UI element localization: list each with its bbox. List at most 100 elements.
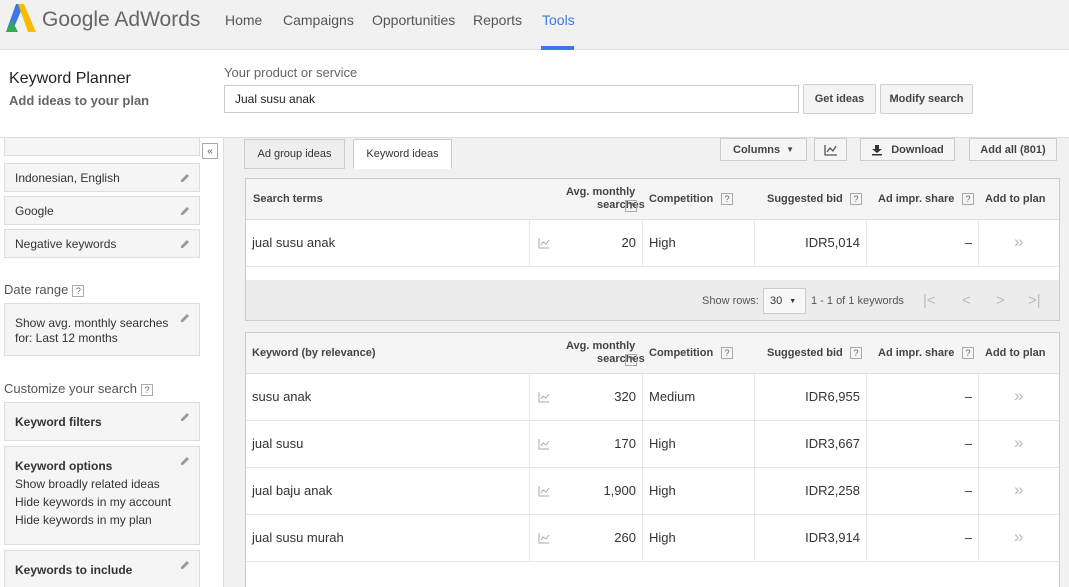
nav-opportunities[interactable]: Opportunities [372, 12, 455, 28]
column-divider [978, 515, 979, 562]
table-row[interactable]: jual susu 170 High IDR3,667 – » [246, 421, 1059, 468]
option-hide-plan: Hide keywords in my plan [15, 513, 152, 527]
chevron-down-icon: ▼ [789, 297, 797, 305]
header-suggested-bid[interactable]: Suggested bid [767, 347, 843, 359]
column-divider [529, 468, 530, 515]
option-broadly-related: Show broadly related ideas [15, 477, 160, 491]
table-row[interactable]: jual susu anak 20 High IDR5,014 – » [246, 220, 1059, 267]
pencil-icon[interactable] [179, 312, 191, 324]
header-suggested-bid[interactable]: Suggested bid [767, 193, 843, 205]
help-icon[interactable]: ? [625, 200, 637, 212]
column-divider [866, 421, 867, 468]
first-page-icon[interactable]: |< [923, 292, 936, 309]
nav-home[interactable]: Home [225, 12, 262, 28]
sidebar-item-date-range[interactable]: Show avg. monthly searches for: Last 12 … [4, 303, 200, 356]
column-divider [642, 421, 643, 468]
help-icon[interactable]: ? [962, 193, 974, 205]
chart-toggle-button[interactable] [814, 138, 847, 161]
trend-chart-icon[interactable] [538, 438, 550, 450]
nav-tools[interactable]: Tools [542, 12, 575, 28]
table-row[interactable]: jual susu murah 260 High IDR3,914 – » [246, 515, 1059, 562]
header-avg-searches-1[interactable]: Avg. monthly [566, 186, 635, 198]
sidebar-item-keyword-filters[interactable]: Keyword filters [4, 402, 200, 441]
add-to-plan-icon[interactable]: » [1014, 386, 1023, 406]
help-icon[interactable]: ? [962, 347, 974, 359]
sidebar-item-language[interactable]: Indonesian, English [4, 163, 200, 192]
columns-button[interactable]: Columns ▼ [720, 138, 807, 161]
option-hide-account: Hide keywords in my account [15, 495, 172, 509]
help-icon[interactable]: ? [140, 383, 153, 396]
trend-chart-icon[interactable] [538, 237, 550, 249]
add-to-plan-icon[interactable]: » [1014, 232, 1023, 252]
add-to-plan-icon[interactable]: » [1014, 433, 1023, 453]
searches-cell: 320 [614, 389, 636, 404]
keyword-cell: susu anak [252, 389, 312, 404]
column-divider [529, 374, 530, 421]
header-avg-searches-1[interactable]: Avg. monthly [566, 340, 635, 352]
pencil-icon[interactable] [179, 172, 191, 184]
next-page-icon[interactable]: > [996, 292, 1005, 309]
modify-search-button[interactable]: Modify search [880, 84, 973, 114]
add-to-plan-icon[interactable]: » [1014, 480, 1023, 500]
chevron-down-icon: ▼ [786, 145, 794, 154]
header-competition[interactable]: Competition [649, 347, 713, 359]
pencil-icon[interactable] [179, 559, 191, 571]
column-divider [866, 374, 867, 421]
help-icon[interactable]: ? [625, 354, 637, 366]
product-input[interactable] [224, 85, 799, 113]
help-icon[interactable]: ? [72, 284, 85, 297]
download-button[interactable]: Download [860, 138, 955, 161]
sidebar-item-network[interactable]: Google [4, 196, 200, 225]
column-divider [529, 515, 530, 562]
pencil-icon[interactable] [179, 455, 191, 467]
add-to-plan-icon[interactable]: » [1014, 527, 1023, 547]
sidebar-item-keyword-options[interactable]: Keyword options Show broadly related ide… [4, 446, 200, 545]
sidebar-item-keywords-to-include[interactable]: Keywords to include [4, 550, 200, 587]
search-terms-table: Search terms Avg. monthly searches ? Com… [245, 178, 1060, 281]
trend-chart-icon[interactable] [538, 532, 550, 544]
header-competition[interactable]: Competition [649, 193, 713, 205]
pencil-icon[interactable] [179, 205, 191, 217]
adwords-logo-icon [6, 4, 36, 32]
table-header: Search terms Avg. monthly searches ? Com… [246, 179, 1059, 220]
header-avg-searches-2[interactable]: searches [597, 353, 645, 365]
help-icon[interactable]: ? [721, 347, 733, 359]
page-subtitle: Add ideas to your plan [9, 93, 150, 108]
prev-page-icon[interactable]: < [962, 292, 971, 309]
help-icon[interactable]: ? [850, 193, 862, 205]
header-ad-impr-share[interactable]: Ad impr. share [878, 347, 954, 359]
table-row[interactable]: jual baju anak 1,900 High IDR2,258 – » [246, 468, 1059, 515]
sidebar-box-location[interactable] [4, 138, 200, 156]
bid-cell: IDR2,258 [805, 483, 860, 498]
trend-chart-icon[interactable] [538, 391, 550, 403]
page-title: Keyword Planner [9, 70, 131, 87]
help-icon[interactable]: ? [721, 193, 733, 205]
header-ad-impr-share[interactable]: Ad impr. share [878, 193, 954, 205]
network-label: Google [15, 204, 54, 218]
bid-cell: IDR3,914 [805, 530, 860, 545]
get-ideas-button[interactable]: Get ideas [803, 84, 876, 114]
help-icon[interactable]: ? [850, 347, 862, 359]
table-row[interactable]: susu anak 320 Medium IDR6,955 – » [246, 374, 1059, 421]
collapse-icon[interactable]: « [202, 143, 218, 159]
brand-name: Google AdWords [42, 8, 201, 31]
header-avg-searches-2[interactable]: searches [597, 199, 645, 211]
pencil-icon[interactable] [179, 411, 191, 423]
header-keyword-relevance[interactable]: Keyword (by relevance) [252, 347, 376, 359]
add-all-button[interactable]: Add all (801) [969, 138, 1057, 161]
trend-chart-icon[interactable] [538, 485, 550, 497]
sidebar-item-negative-keywords[interactable]: Negative keywords [4, 229, 200, 258]
adwords-logo[interactable]: Google AdWords [6, 4, 206, 36]
pagination: Show rows: 30 ▼ 1 - 1 of 1 keywords |< <… [245, 280, 1060, 321]
nav-campaigns[interactable]: Campaigns [283, 12, 354, 28]
nav-reports[interactable]: Reports [473, 12, 522, 28]
column-divider [866, 468, 867, 515]
date-range-value-1: Show avg. monthly searches [15, 316, 169, 330]
tab-keyword-ideas[interactable]: Keyword ideas [353, 139, 452, 169]
header-search-terms[interactable]: Search terms [253, 193, 323, 205]
pencil-icon[interactable] [179, 238, 191, 250]
last-page-icon[interactable]: >| [1028, 292, 1041, 309]
rows-per-page-select[interactable]: 30 ▼ [763, 288, 806, 314]
tab-ad-group-ideas[interactable]: Ad group ideas [244, 139, 345, 169]
bid-cell: IDR3,667 [805, 436, 860, 451]
